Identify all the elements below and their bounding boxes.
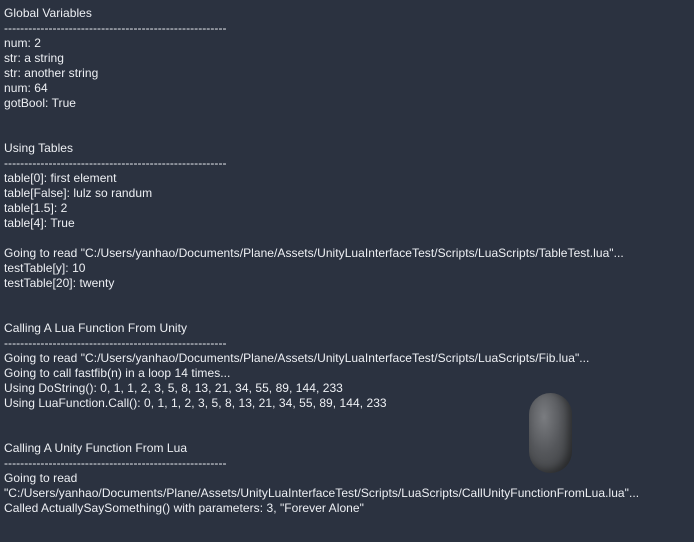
console-line: num: 64 (4, 81, 48, 95)
console-line: testTable[y]: 10 (4, 261, 86, 275)
console-line: Using Tables (4, 141, 74, 155)
console-line: table[4]: True (4, 216, 75, 230)
console-line: Calling A Lua Function From Unity (4, 321, 188, 335)
console-line: Going to read (4, 471, 78, 485)
console-line: str: another string (4, 66, 99, 80)
console-line: ----------------------------------------… (4, 456, 227, 470)
console-line: table[False]: lulz so randum (4, 186, 153, 200)
console-line: Going to read "C:/Users/yanhao/Documents… (4, 246, 624, 260)
console-line: Global Variables (4, 6, 92, 20)
capsule-object (529, 393, 572, 473)
console-line: table[0]: first element (4, 171, 117, 185)
console-line: Using DoString(): 0, 1, 1, 2, 3, 5, 8, 1… (4, 381, 343, 395)
console-line: Going to call fastfib(n) in a loop 14 ti… (4, 366, 231, 380)
console-line: ----------------------------------------… (4, 336, 227, 350)
console-line: testTable[20]: twenty (4, 276, 115, 290)
console-line: gotBool: True (4, 96, 77, 110)
console-line: num: 2 (4, 36, 41, 50)
console-line: Calling A Unity Function From Lua (4, 441, 188, 455)
console-line: table[1.5]: 2 (4, 201, 68, 215)
console-line: "C:/Users/yanhao/Documents/Plane/Assets/… (4, 486, 640, 500)
console-line: Using LuaFunction.Call(): 0, 1, 1, 2, 3,… (4, 396, 387, 410)
console-output: Global Variables ------------------------… (4, 6, 694, 516)
console-line: ----------------------------------------… (4, 21, 227, 35)
console-line: Going to read "C:/Users/yanhao/Documents… (4, 351, 590, 365)
console-line: ----------------------------------------… (4, 156, 227, 170)
console-line: Called ActuallySaySomething() with param… (4, 501, 364, 515)
console-line: str: a string (4, 51, 64, 65)
